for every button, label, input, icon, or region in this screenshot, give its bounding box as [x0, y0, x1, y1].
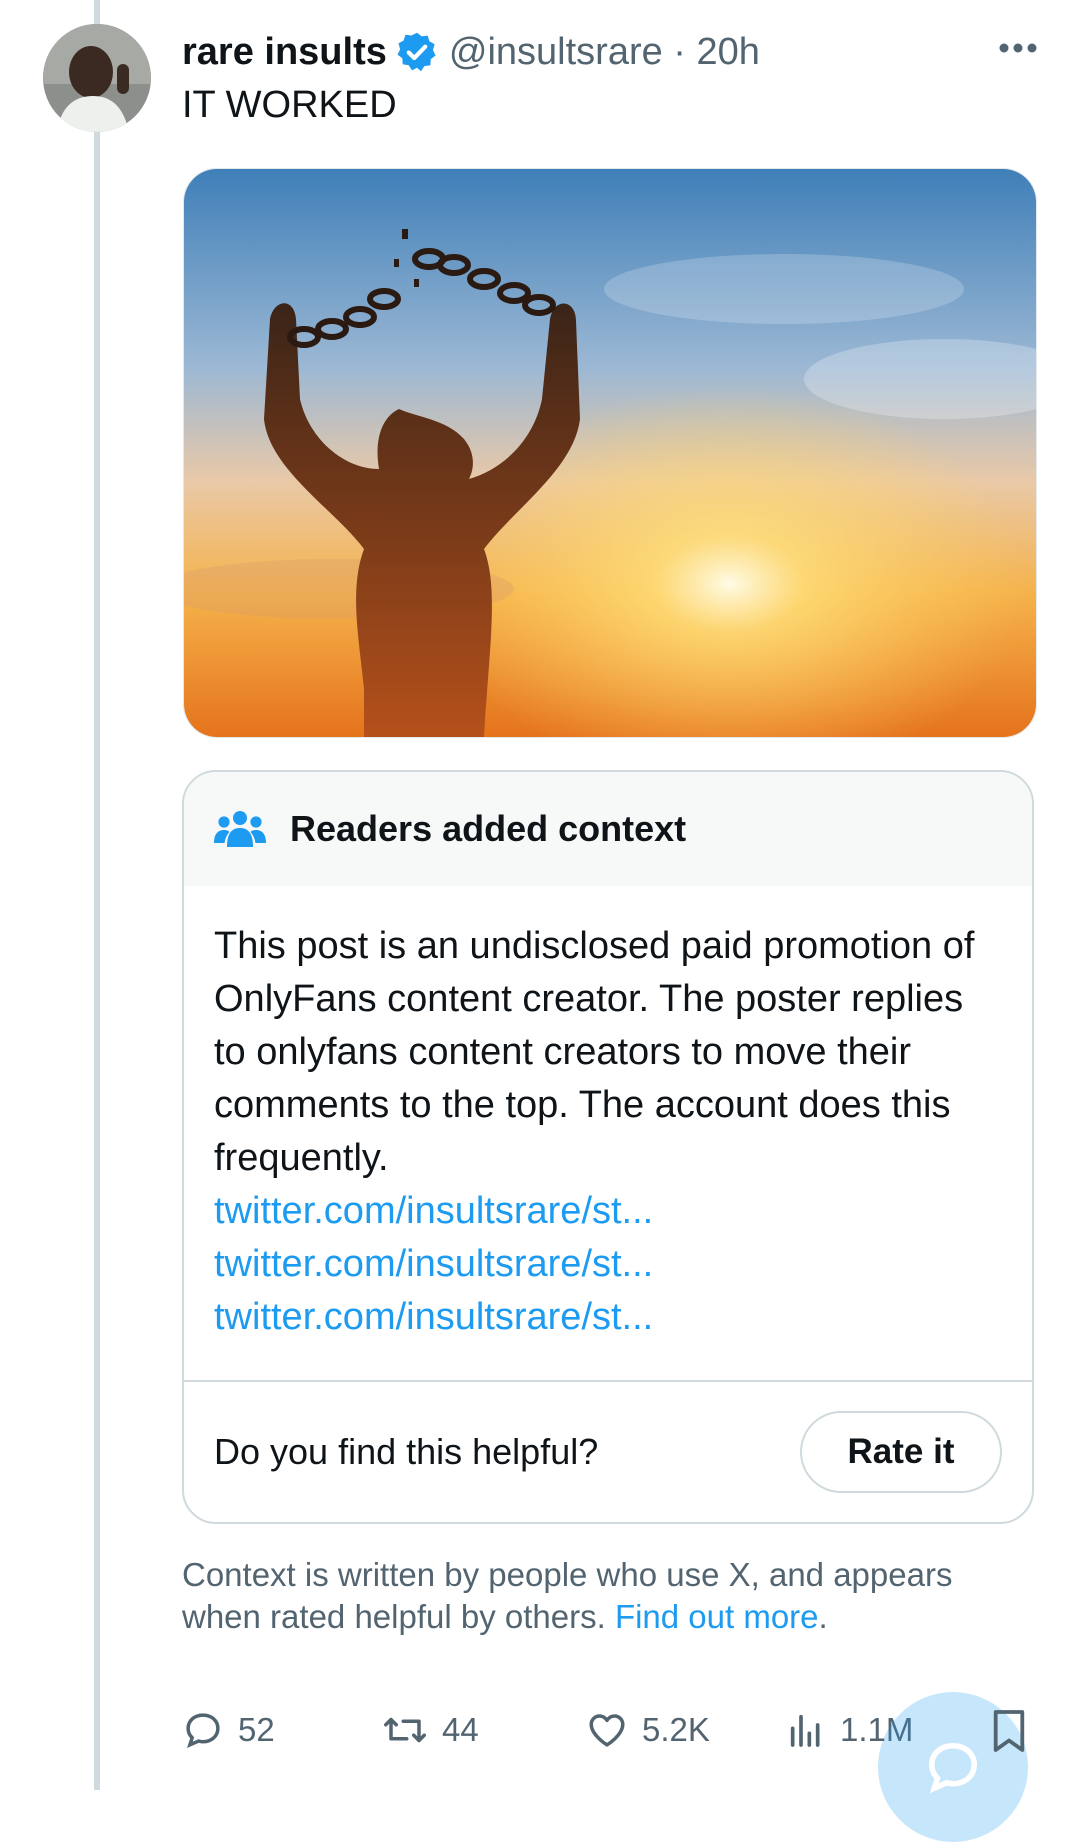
- community-note-title: Readers added context: [290, 808, 687, 849]
- rate-it-button[interactable]: Rate it: [800, 1411, 1002, 1493]
- people-icon: [214, 811, 266, 847]
- tweet-header: rare insults @insultsrare · 20h: [182, 22, 1040, 82]
- note-disclaimer: Context is written by people who use X, …: [182, 1554, 1032, 1638]
- tweet-image[interactable]: [183, 168, 1037, 738]
- disclaimer-suffix: .: [818, 1598, 828, 1635]
- community-note-footer: Do you find this helpful? Rate it: [184, 1382, 1032, 1522]
- community-note-text: This post is an undisclosed paid promoti…: [214, 925, 975, 1179]
- author-name[interactable]: rare insults: [182, 31, 387, 74]
- compose-icon: [928, 1742, 978, 1794]
- source-link-2[interactable]: twitter.com/insultsrare/st...: [214, 1238, 1002, 1291]
- verified-badge-icon: [397, 32, 436, 72]
- repost-button[interactable]: 44: [382, 1698, 479, 1762]
- handle-and-time: @insultsrare · 20h: [448, 30, 760, 73]
- like-button[interactable]: 5.2K: [586, 1698, 710, 1762]
- repost-count: 44: [442, 1711, 479, 1748]
- community-note: Readers added context This post is an un…: [182, 770, 1034, 1524]
- helpful-question: Do you find this helpful?: [214, 1431, 599, 1472]
- like-count: 5.2K: [642, 1711, 710, 1748]
- reply-button[interactable]: 52: [182, 1698, 275, 1762]
- community-note-header: Readers added context: [184, 772, 1032, 886]
- reply-icon: [186, 1713, 220, 1749]
- community-note-body: This post is an undisclosed paid promoti…: [184, 886, 1032, 1382]
- find-out-more-link[interactable]: Find out more: [615, 1598, 819, 1635]
- bookmark-icon[interactable]: [990, 1708, 1028, 1759]
- thread-line: [94, 0, 100, 1790]
- avatar[interactable]: [43, 24, 151, 132]
- source-link-3[interactable]: twitter.com/insultsrare/st...: [214, 1291, 1002, 1344]
- repost-icon: [384, 1717, 426, 1743]
- reply-count: 52: [238, 1711, 275, 1748]
- disclaimer-text: Context is written by people who use X, …: [182, 1556, 953, 1635]
- tweet-text: IT WORKED: [182, 84, 397, 126]
- source-link-1[interactable]: twitter.com/insultsrare/st...: [214, 1185, 1002, 1238]
- more-icon[interactable]: [988, 18, 1048, 78]
- views-icon: [790, 1714, 820, 1747]
- heart-icon: [589, 1714, 625, 1747]
